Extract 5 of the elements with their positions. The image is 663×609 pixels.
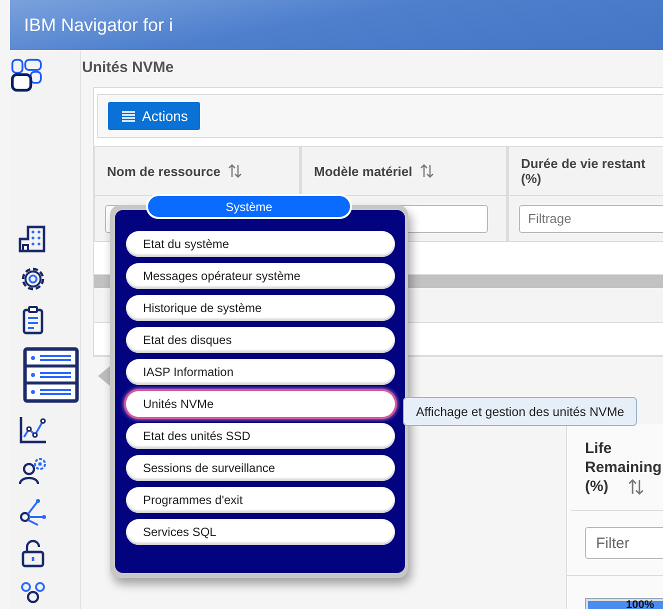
app-title: IBM Navigator for i	[24, 14, 174, 36]
menu-title: Système	[146, 194, 352, 219]
progress-reading: 100%	[626, 599, 654, 609]
tooltip: Affichage et gestion des unités NVMe	[403, 397, 638, 426]
page-title: Unités NVMe	[82, 59, 175, 78]
